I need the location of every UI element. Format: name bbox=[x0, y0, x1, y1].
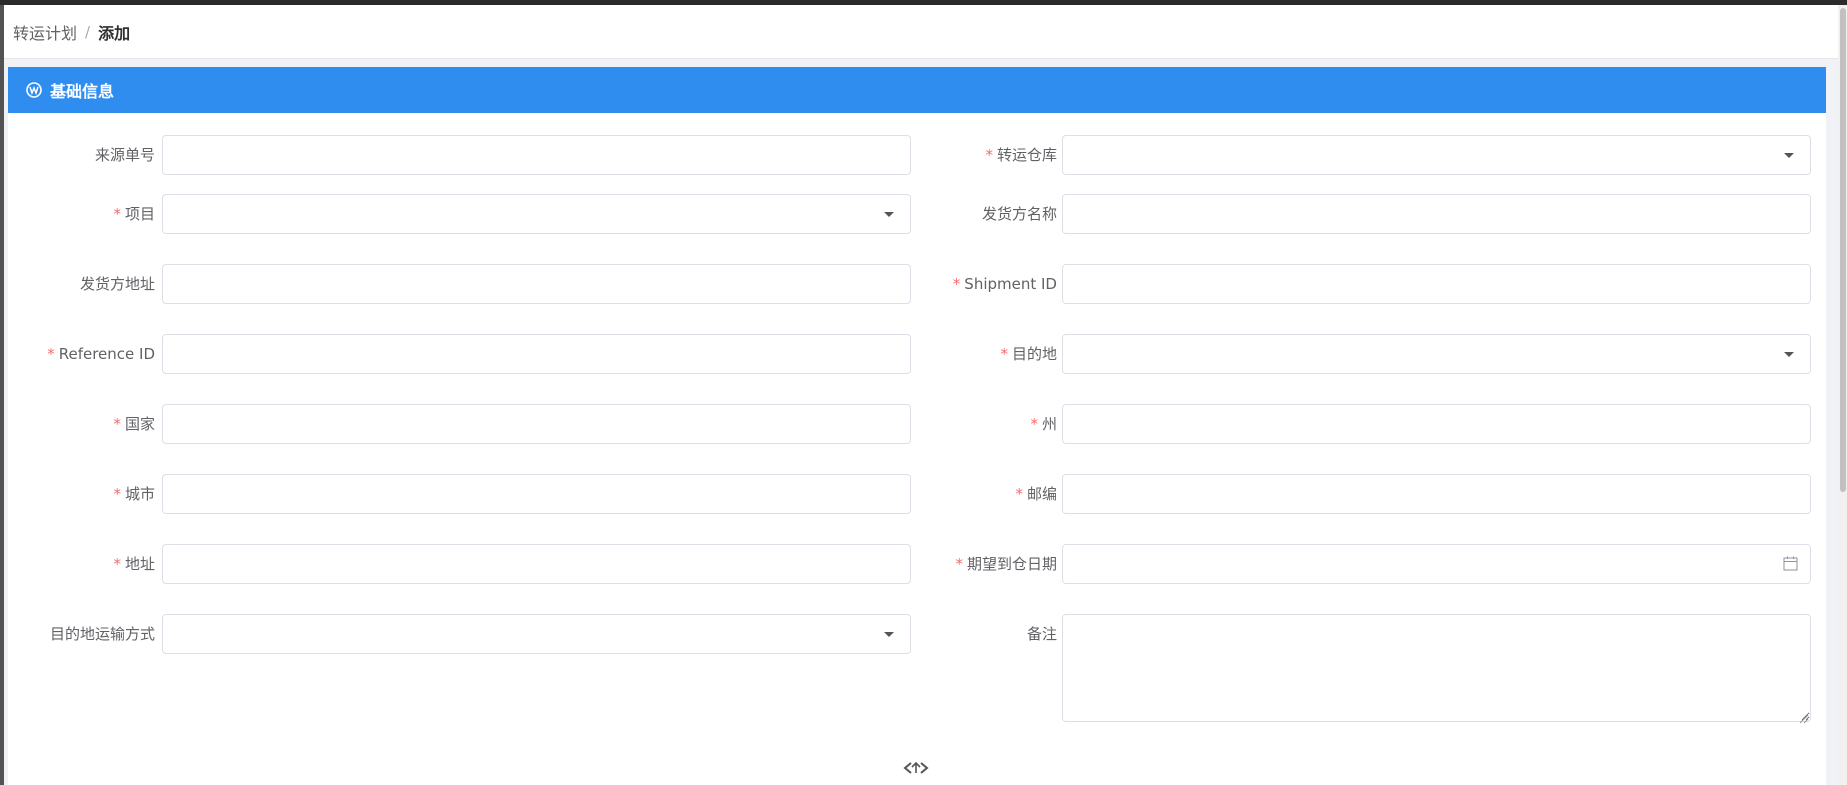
expected-date-label: * 期望到仓日期 bbox=[955, 555, 1057, 573]
collapse-toggle-icon[interactable] bbox=[903, 760, 929, 776]
country-input[interactable] bbox=[162, 404, 911, 444]
page-container: 转运计划 / 添加 基础信息 来源单号 * 项目 发货方地址 * Reference… bbox=[4, 5, 1838, 785]
card-title: 基础信息 bbox=[50, 82, 115, 101]
state-label: * 州 bbox=[1030, 415, 1057, 433]
basic-info-card: 基础信息 来源单号 * 项目 发货方地址 * Reference ID * 国家 * 城… bbox=[8, 67, 1826, 785]
remark-wrapper bbox=[1062, 614, 1811, 724]
warehouse-label: * 转运仓库 bbox=[985, 146, 1057, 164]
reference-id-label: * Reference ID bbox=[47, 345, 155, 363]
required-mark: * bbox=[113, 555, 121, 573]
required-mark: * bbox=[955, 555, 963, 573]
destination-label: * 目的地 bbox=[1000, 345, 1057, 363]
zip-label: * 邮编 bbox=[1015, 485, 1057, 503]
address-input[interactable] bbox=[162, 544, 911, 584]
shipment-id-label: * Shipment ID bbox=[952, 275, 1057, 293]
required-mark: * bbox=[113, 205, 121, 223]
card-header: 基础信息 bbox=[8, 67, 1826, 113]
required-mark: * bbox=[1000, 345, 1008, 363]
remark-label: 备注 bbox=[1026, 625, 1057, 643]
warehouse-select[interactable] bbox=[1062, 135, 1811, 175]
shipper-name-label: 发货方名称 bbox=[981, 205, 1057, 223]
project-select[interactable] bbox=[162, 194, 911, 234]
required-mark: * bbox=[113, 485, 121, 503]
chevron-down-icon bbox=[1784, 352, 1794, 357]
source-no-label: 来源单号 bbox=[94, 146, 155, 164]
breadcrumb-parent-link[interactable]: 转运计划 bbox=[13, 20, 77, 44]
shipper-address-input[interactable] bbox=[162, 264, 911, 304]
required-mark: * bbox=[985, 146, 993, 164]
required-mark: * bbox=[1030, 415, 1038, 433]
required-mark: * bbox=[113, 415, 121, 433]
reference-id-input[interactable] bbox=[162, 334, 911, 374]
zip-input[interactable] bbox=[1062, 474, 1811, 514]
transport-mode-label: 目的地运输方式 bbox=[49, 625, 155, 643]
source-no-input[interactable] bbox=[162, 135, 911, 175]
breadcrumb: 转运计划 / 添加 bbox=[4, 5, 1838, 59]
remark-textarea[interactable] bbox=[1062, 614, 1811, 722]
resize-grip-icon[interactable] bbox=[1799, 710, 1809, 724]
chevron-down-icon bbox=[884, 212, 894, 217]
required-mark: * bbox=[952, 275, 961, 293]
transport-mode-select[interactable] bbox=[162, 614, 911, 654]
address-label: * 地址 bbox=[113, 555, 155, 573]
chevron-down-icon bbox=[884, 632, 894, 637]
city-input[interactable] bbox=[162, 474, 911, 514]
section-logo-icon bbox=[26, 82, 42, 98]
calendar-icon[interactable] bbox=[1783, 556, 1798, 571]
scrollbar-thumb[interactable] bbox=[1840, 8, 1846, 492]
breadcrumb-separator: / bbox=[85, 22, 91, 41]
city-label: * 城市 bbox=[113, 485, 155, 503]
project-label: * 项目 bbox=[113, 205, 155, 223]
country-label: * 国家 bbox=[113, 415, 155, 433]
chevron-down-icon bbox=[1784, 153, 1794, 158]
shipper-name-input[interactable] bbox=[1062, 194, 1811, 234]
shipper-address-label: 发货方地址 bbox=[79, 275, 155, 293]
state-input[interactable] bbox=[1062, 404, 1811, 444]
required-mark: * bbox=[1015, 485, 1023, 503]
shipment-id-input[interactable] bbox=[1062, 264, 1811, 304]
destination-select[interactable] bbox=[1062, 334, 1811, 374]
breadcrumb-current: 添加 bbox=[98, 23, 131, 43]
required-mark: * bbox=[47, 345, 55, 363]
expected-date-picker[interactable] bbox=[1062, 544, 1811, 584]
